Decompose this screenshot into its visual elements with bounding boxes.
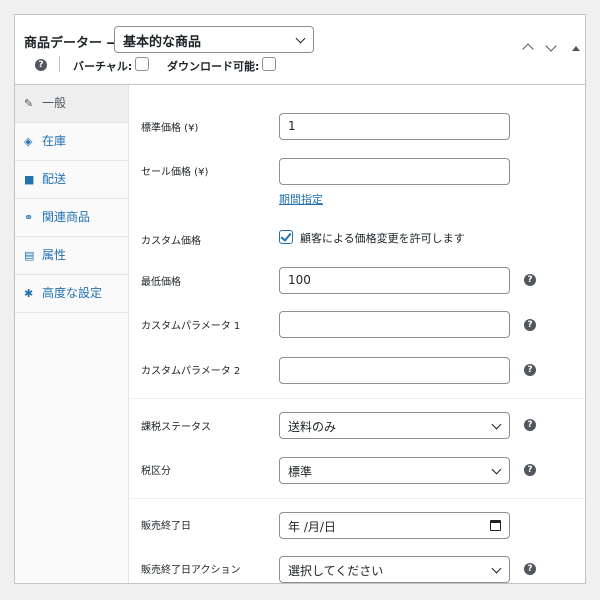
tax-class-label: 税区分 <box>141 466 171 477</box>
general-options: 標準価格 (¥) 1 セール価格 (¥) 期間指定 カスタム価格 顧客による価格… <box>129 85 585 583</box>
product-type-value: 基本的な商品 <box>123 35 202 50</box>
custom-param-2-input[interactable] <box>279 357 510 384</box>
sale-end-action-value: 選択してください <box>288 564 384 578</box>
separator <box>59 56 60 72</box>
help-icon[interactable]: ? <box>524 464 536 476</box>
min-price-input[interactable]: 100 <box>279 267 510 294</box>
custom-param-2-label: カスタムパラメータ 2 <box>141 366 241 377</box>
custom-price-label: カスタム価格 <box>141 236 201 247</box>
section-divider <box>129 398 585 399</box>
link-icon: ⚭ <box>24 211 34 224</box>
schedule-link[interactable]: 期間指定 <box>279 191 323 207</box>
help-icon[interactable]: ? <box>524 319 536 331</box>
move-down-icon[interactable] <box>545 40 557 52</box>
virtual-label: バーチャル: <box>73 60 133 73</box>
section-divider <box>129 498 585 499</box>
help-icon[interactable]: ? <box>35 59 47 71</box>
tax-class-select[interactable]: 標準 <box>279 457 510 484</box>
chevron-down-icon <box>491 464 502 475</box>
help-icon[interactable]: ? <box>524 563 536 575</box>
help-icon[interactable]: ? <box>524 419 536 431</box>
sale-price-label: セール価格 (¥) <box>141 167 209 178</box>
tab-label: 在庫 <box>42 134 67 148</box>
chevron-down-icon <box>295 33 306 44</box>
tab-label: 関連商品 <box>42 210 91 224</box>
custom-param-1-label: カスタムパラメータ 1 <box>141 321 241 332</box>
product-type-select[interactable]: 基本的な商品 <box>114 26 314 53</box>
sale-end-action-select[interactable]: 選択してください <box>279 556 510 583</box>
tab-shipping[interactable]: ■ 配送 <box>15 161 128 199</box>
chevron-down-icon <box>491 419 502 430</box>
custom-price-checkbox[interactable] <box>279 230 293 244</box>
regular-price-label: 標準価格 (¥) <box>141 123 199 134</box>
tab-linked-products[interactable]: ⚭ 関連商品 <box>15 199 128 237</box>
min-price-label: 最低価格 <box>141 277 181 288</box>
tax-status-select[interactable]: 送料のみ <box>279 412 510 439</box>
sale-end-action-label: 販売終了日アクション <box>141 565 241 576</box>
tag-icon: ◈ <box>24 135 33 148</box>
move-up-icon[interactable] <box>522 43 534 55</box>
virtual-checkbox[interactable] <box>135 57 149 71</box>
truck-icon: ■ <box>24 173 35 186</box>
regular-price-value: 1 <box>288 119 296 133</box>
panel-title: 商品データー — <box>24 36 120 51</box>
tab-label: 高度な設定 <box>42 286 103 300</box>
regular-price-input[interactable]: 1 <box>279 113 510 140</box>
gear-icon: ✱ <box>24 287 34 300</box>
sale-end-date-input[interactable]: 年 /月/日 <box>279 512 510 539</box>
product-data-tabs: ✎ 一般 ◈ 在庫 ■ 配送 ⚭ 関連商品 ▤ 属性 ✱ 高度な設定 <box>15 85 129 583</box>
product-data-panel: 商品データー — 基本的な商品 ? バーチャル: ダウンロード可能: ✎ 一般 … <box>14 14 586 584</box>
tax-status-value: 送料のみ <box>288 420 337 434</box>
tab-inventory[interactable]: ◈ 在庫 <box>15 123 128 161</box>
sale-price-input[interactable] <box>279 158 510 185</box>
tab-label: 一般 <box>42 96 67 110</box>
custom-param-1-input[interactable] <box>279 311 510 338</box>
tab-advanced[interactable]: ✱ 高度な設定 <box>15 275 128 313</box>
panel-header: 商品データー — 基本的な商品 ? バーチャル: ダウンロード可能: <box>15 15 585 85</box>
tab-general[interactable]: ✎ 一般 <box>15 85 128 123</box>
tax-class-value: 標準 <box>288 465 313 479</box>
help-icon[interactable]: ? <box>524 364 536 376</box>
min-price-value: 100 <box>288 273 311 287</box>
help-icon[interactable]: ? <box>524 274 536 286</box>
calendar-icon[interactable] <box>490 520 501 531</box>
tax-status-label: 課税ステータス <box>141 422 211 433</box>
downloadable-checkbox[interactable] <box>262 57 276 71</box>
downloadable-label: ダウンロード可能: <box>167 60 260 73</box>
sale-end-date-label: 販売終了日 <box>141 521 191 532</box>
tab-label: 配送 <box>42 172 67 186</box>
sale-end-date-value: 年 /月/日 <box>288 520 336 534</box>
list-icon: ▤ <box>24 249 35 262</box>
wrench-icon: ✎ <box>24 97 34 110</box>
custom-price-checkbox-label: 顧客による価格変更を許可します <box>300 232 465 245</box>
tab-label: 属性 <box>42 248 67 262</box>
tab-attributes[interactable]: ▤ 属性 <box>15 237 128 275</box>
collapse-toggle-icon[interactable] <box>572 46 580 51</box>
chevron-down-icon <box>491 563 502 574</box>
